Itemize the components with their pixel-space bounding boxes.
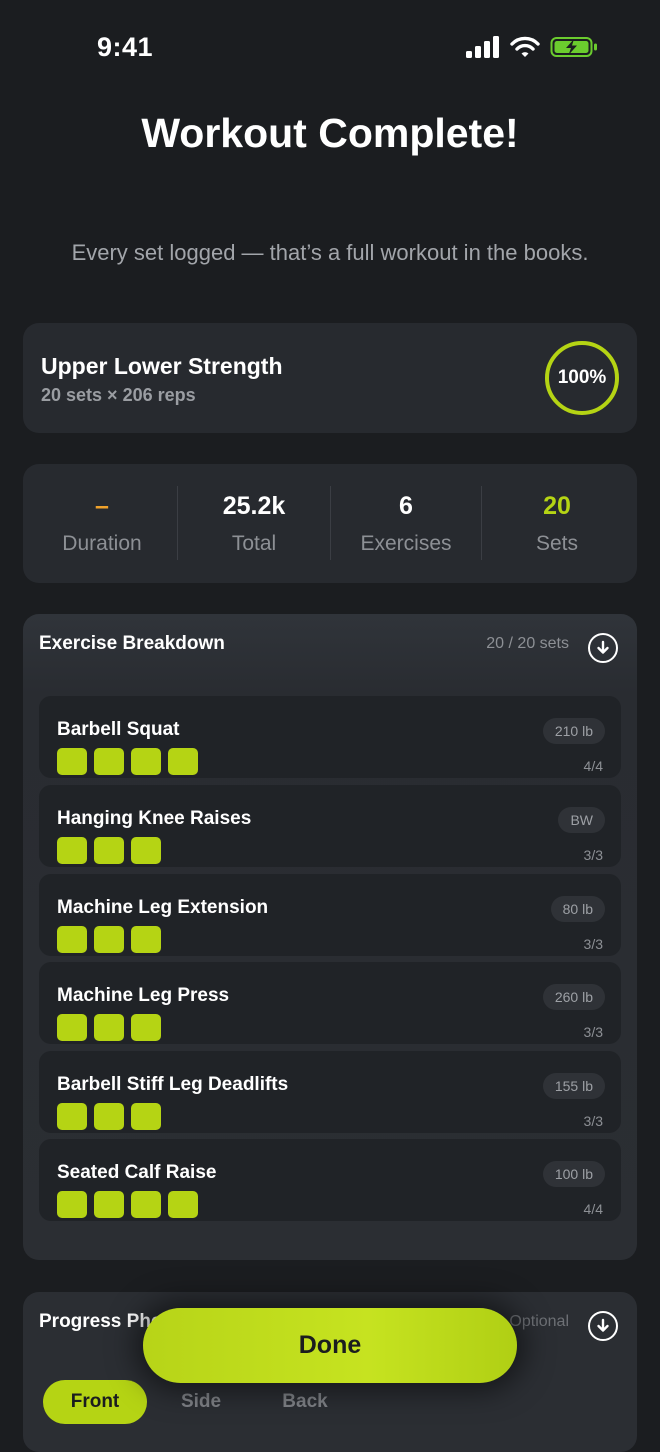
exercise-set-progress: 3/3 — [583, 847, 603, 863]
exercise-weight-badge: BW — [558, 807, 605, 833]
breakdown-title: Exercise Breakdown — [39, 633, 225, 654]
exercise-weight-badge: 155 lb — [542, 1073, 605, 1099]
download-icon — [597, 1318, 609, 1332]
wifi-icon — [510, 36, 540, 57]
status-bar: 9:41 — [0, 0, 660, 96]
download-breakdown-button[interactable] — [588, 633, 618, 663]
cellular-signal-icon — [466, 36, 499, 58]
stat-duration-value: – — [95, 492, 109, 520]
status-time: 9:41 — [97, 32, 154, 62]
optional-label: Optional — [509, 1313, 569, 1330]
exercise-weight-badge: 260 lb — [542, 984, 605, 1010]
completed-set-indicator — [57, 1191, 87, 1218]
completed-set-indicator — [57, 1014, 87, 1041]
completed-set-indicator — [131, 837, 161, 864]
completed-set-indicator — [57, 1103, 87, 1130]
stat-duration: – Duration — [26, 464, 178, 583]
download-icon — [597, 640, 609, 654]
completed-set-indicator — [131, 926, 161, 953]
completed-set-indicator — [168, 748, 198, 775]
exercise-item[interactable]: Machine Leg Press 260 lb 3/3 — [39, 962, 621, 1044]
exercise-weight-badge: 210 lb — [542, 718, 605, 744]
page-title: Workout Complete! — [141, 110, 519, 156]
completed-set-indicator — [94, 1014, 124, 1041]
exercise-set-progress: 3/3 — [583, 936, 603, 952]
completed-set-indicator — [131, 1103, 161, 1130]
exercise-name: Seated Calf Raise — [57, 1162, 217, 1183]
exercise-set-progress: 4/4 — [583, 1201, 603, 1217]
stat-sets: 20 Sets — [481, 464, 633, 583]
stat-duration-label: Duration — [62, 532, 142, 555]
completed-set-indicator — [57, 926, 87, 953]
completed-set-indicator — [57, 748, 87, 775]
workout-summary-card: Upper Lower Strength 20 sets × 206 reps … — [23, 323, 637, 433]
tab-front[interactable]: Front — [43, 1380, 147, 1424]
exercise-item[interactable]: Barbell Stiff Leg Deadlifts 155 lb 3/3 — [39, 1051, 621, 1133]
status-icons — [466, 36, 598, 58]
completed-set-indicator — [131, 748, 161, 775]
completed-sets — [57, 748, 198, 775]
download-photos-button[interactable] — [588, 1311, 618, 1341]
completed-sets — [57, 1103, 161, 1130]
workout-name: Upper Lower Strength — [41, 353, 283, 379]
battery-charging-icon — [550, 37, 597, 57]
exercise-name: Machine Leg Press — [57, 985, 230, 1006]
exercise-breakdown-card: Exercise Breakdown 20 / 20 sets Barbell … — [23, 614, 637, 1260]
exercise-set-progress: 3/3 — [583, 1113, 603, 1129]
stat-total-value: 25.2k — [222, 492, 286, 520]
completed-set-indicator — [57, 837, 87, 864]
exercise-item[interactable]: Seated Calf Raise 100 lb 4/4 — [39, 1139, 621, 1221]
completed-set-indicator — [94, 748, 124, 775]
tab-back[interactable]: Back — [255, 1380, 355, 1424]
completion-ring: 100% — [545, 341, 619, 415]
exercise-set-progress: 4/4 — [583, 758, 603, 774]
breakdown-count: 20 / 20 sets — [486, 635, 569, 652]
stat-exercises-label: Exercises — [360, 532, 452, 555]
page-subtitle: Every set logged — that’s a full workout… — [71, 240, 589, 265]
completed-sets — [57, 1191, 198, 1218]
completed-sets — [57, 837, 161, 864]
done-button[interactable]: Done — [143, 1308, 517, 1383]
completed-set-indicator — [131, 1014, 161, 1041]
workout-meta: 20 sets × 206 reps — [41, 385, 196, 405]
exercise-name: Barbell Stiff Leg Deadlifts — [57, 1074, 289, 1095]
stats-card: – Duration 25.2k Total 6 Exercises 20 Se… — [23, 464, 637, 583]
completed-set-indicator — [94, 1191, 124, 1218]
exercise-name: Machine Leg Extension — [57, 897, 269, 918]
completed-sets — [57, 926, 161, 953]
completed-set-indicator — [168, 1191, 198, 1218]
exercise-name: Hanging Knee Raises — [57, 808, 252, 829]
stat-total-label: Total — [231, 532, 277, 555]
exercise-item[interactable]: Machine Leg Extension 80 lb 3/3 — [39, 874, 621, 956]
stat-total: 25.2k Total — [178, 464, 330, 583]
completed-set-indicator — [94, 837, 124, 864]
exercise-weight-badge: 100 lb — [542, 1161, 605, 1187]
completed-set-indicator — [94, 1103, 124, 1130]
exercise-item[interactable]: Barbell Squat 210 lb 4/4 — [39, 696, 621, 778]
exercise-weight-badge: 80 lb — [550, 896, 605, 922]
exercise-item[interactable]: Hanging Knee Raises BW 3/3 — [39, 785, 621, 867]
stat-exercises: 6 Exercises — [330, 464, 482, 583]
stat-sets-label: Sets — [535, 532, 579, 555]
exercise-set-progress: 3/3 — [583, 1024, 603, 1040]
stat-sets-value: 20 — [543, 492, 571, 520]
completed-set-indicator — [94, 926, 124, 953]
completed-set-indicator — [131, 1191, 161, 1218]
completion-percent: 100% — [557, 367, 607, 388]
stat-exercises-value: 6 — [399, 492, 413, 520]
exercise-name: Barbell Squat — [57, 719, 180, 740]
tab-side[interactable]: Side — [151, 1380, 251, 1424]
completed-sets — [57, 1014, 161, 1041]
